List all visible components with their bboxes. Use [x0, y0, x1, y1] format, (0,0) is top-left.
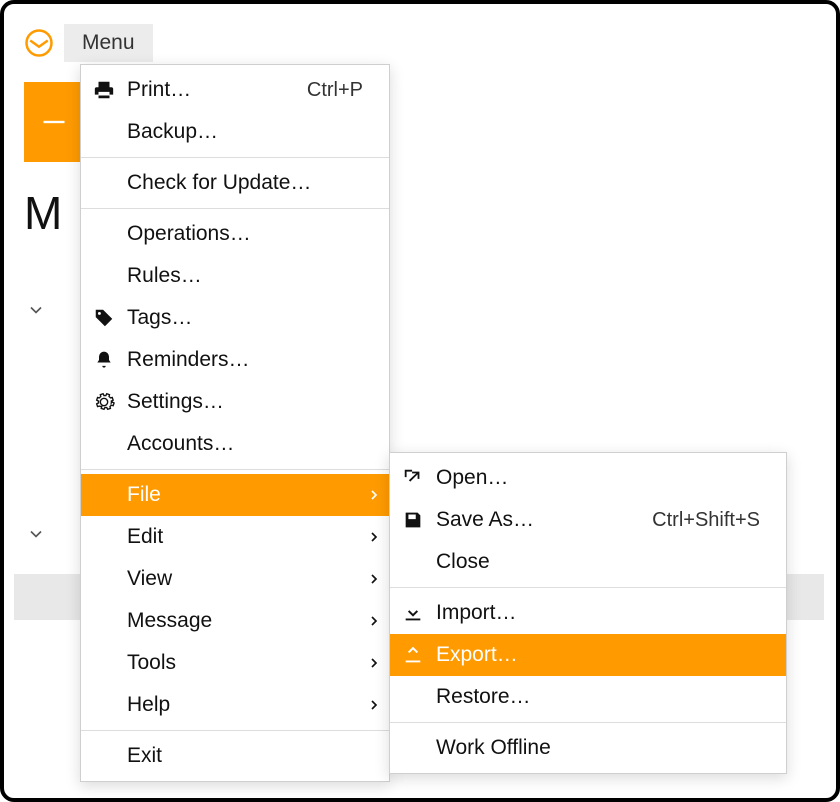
menu-item-label: Open… [436, 466, 786, 490]
menu-item-label: Reminders… [127, 348, 389, 372]
submenu-item-close[interactable]: Close [390, 541, 786, 583]
menu-item-settings[interactable]: Settings… [81, 381, 389, 423]
topbar: Menu [24, 24, 153, 62]
chevron-right-icon [359, 487, 389, 503]
menu-button-label: Menu [82, 31, 135, 55]
menu-item-label: Tools [127, 651, 359, 675]
menu-item-accounts[interactable]: Accounts… [81, 423, 389, 465]
export-icon [390, 644, 436, 666]
chevron-right-icon [359, 613, 389, 629]
toolbar-compose-button[interactable] [24, 82, 84, 162]
submenu-item-restore[interactable]: Restore… [390, 676, 786, 718]
menu-item-tools[interactable]: Tools [81, 642, 389, 684]
chevron-right-icon [359, 655, 389, 671]
menu-item-label: Backup… [127, 120, 389, 144]
menu-item-label: File [127, 483, 359, 507]
menu-item-label: Rules… [127, 264, 389, 288]
import-icon [390, 602, 436, 624]
menu-item-check-update[interactable]: Check for Update… [81, 162, 389, 204]
menu-item-view[interactable]: View [81, 558, 389, 600]
gear-icon [81, 391, 127, 413]
menu-item-label: Restore… [436, 685, 786, 709]
menu-separator [81, 208, 389, 209]
menu-item-label: Tags… [127, 306, 389, 330]
open-external-icon [390, 467, 436, 489]
print-icon [81, 79, 127, 101]
menu-item-shortcut: Ctrl+Shift+S [652, 509, 786, 532]
chevron-right-icon [359, 529, 389, 545]
menu-item-help[interactable]: Help [81, 684, 389, 726]
menu-item-shortcut: Ctrl+P [307, 79, 389, 102]
chevron-down-icon[interactable] [26, 524, 50, 548]
menu-item-label: Print… [127, 78, 307, 102]
menu-item-label: Save As… [436, 508, 652, 532]
menu-item-label: Close [436, 550, 786, 574]
menu-button[interactable]: Menu [64, 24, 153, 62]
menu-item-label: Operations… [127, 222, 389, 246]
menu-item-label: View [127, 567, 359, 591]
menu-separator [390, 587, 786, 588]
chevron-down-icon[interactable] [26, 300, 50, 324]
menu-separator [81, 730, 389, 731]
main-menu: Print… Ctrl+P Backup… Check for Update… … [80, 64, 390, 782]
menu-separator [81, 157, 389, 158]
menu-item-label: Edit [127, 525, 359, 549]
menu-separator [390, 722, 786, 723]
menu-item-label: Export… [436, 643, 786, 667]
submenu-item-save-as[interactable]: Save As… Ctrl+Shift+S [390, 499, 786, 541]
menu-item-label: Help [127, 693, 359, 717]
menu-item-edit[interactable]: Edit [81, 516, 389, 558]
menu-item-label: Settings… [127, 390, 389, 414]
submenu-item-work-offline[interactable]: Work Offline [390, 727, 786, 769]
app-window: Menu M Print… Ctrl+P Backup… [0, 0, 840, 802]
section-heading: M [24, 186, 62, 240]
menu-item-backup[interactable]: Backup… [81, 111, 389, 153]
menu-item-operations[interactable]: Operations… [81, 213, 389, 255]
chevron-right-icon [359, 697, 389, 713]
save-icon [390, 509, 436, 531]
menu-item-message[interactable]: Message [81, 600, 389, 642]
submenu-item-open[interactable]: Open… [390, 457, 786, 499]
menu-item-tags[interactable]: Tags… [81, 297, 389, 339]
menu-item-print[interactable]: Print… Ctrl+P [81, 69, 389, 111]
menu-item-label: Message [127, 609, 359, 633]
menu-item-exit[interactable]: Exit [81, 735, 389, 777]
menu-item-file[interactable]: File [81, 474, 389, 516]
menu-item-label: Work Offline [436, 736, 786, 760]
menu-item-reminders[interactable]: Reminders… [81, 339, 389, 381]
chevron-right-icon [359, 571, 389, 587]
bell-icon [81, 350, 127, 370]
menu-item-label: Exit [127, 744, 389, 768]
menu-separator [81, 469, 389, 470]
submenu-item-import[interactable]: Import… [390, 592, 786, 634]
menu-item-label: Import… [436, 601, 786, 625]
menu-item-label: Accounts… [127, 432, 389, 456]
file-submenu: Open… Save As… Ctrl+Shift+S Close Import… [389, 452, 787, 774]
submenu-item-export[interactable]: Export… [390, 634, 786, 676]
app-logo-icon [24, 28, 54, 58]
menu-item-rules[interactable]: Rules… [81, 255, 389, 297]
tag-icon [81, 307, 127, 329]
menu-item-label: Check for Update… [127, 171, 389, 195]
